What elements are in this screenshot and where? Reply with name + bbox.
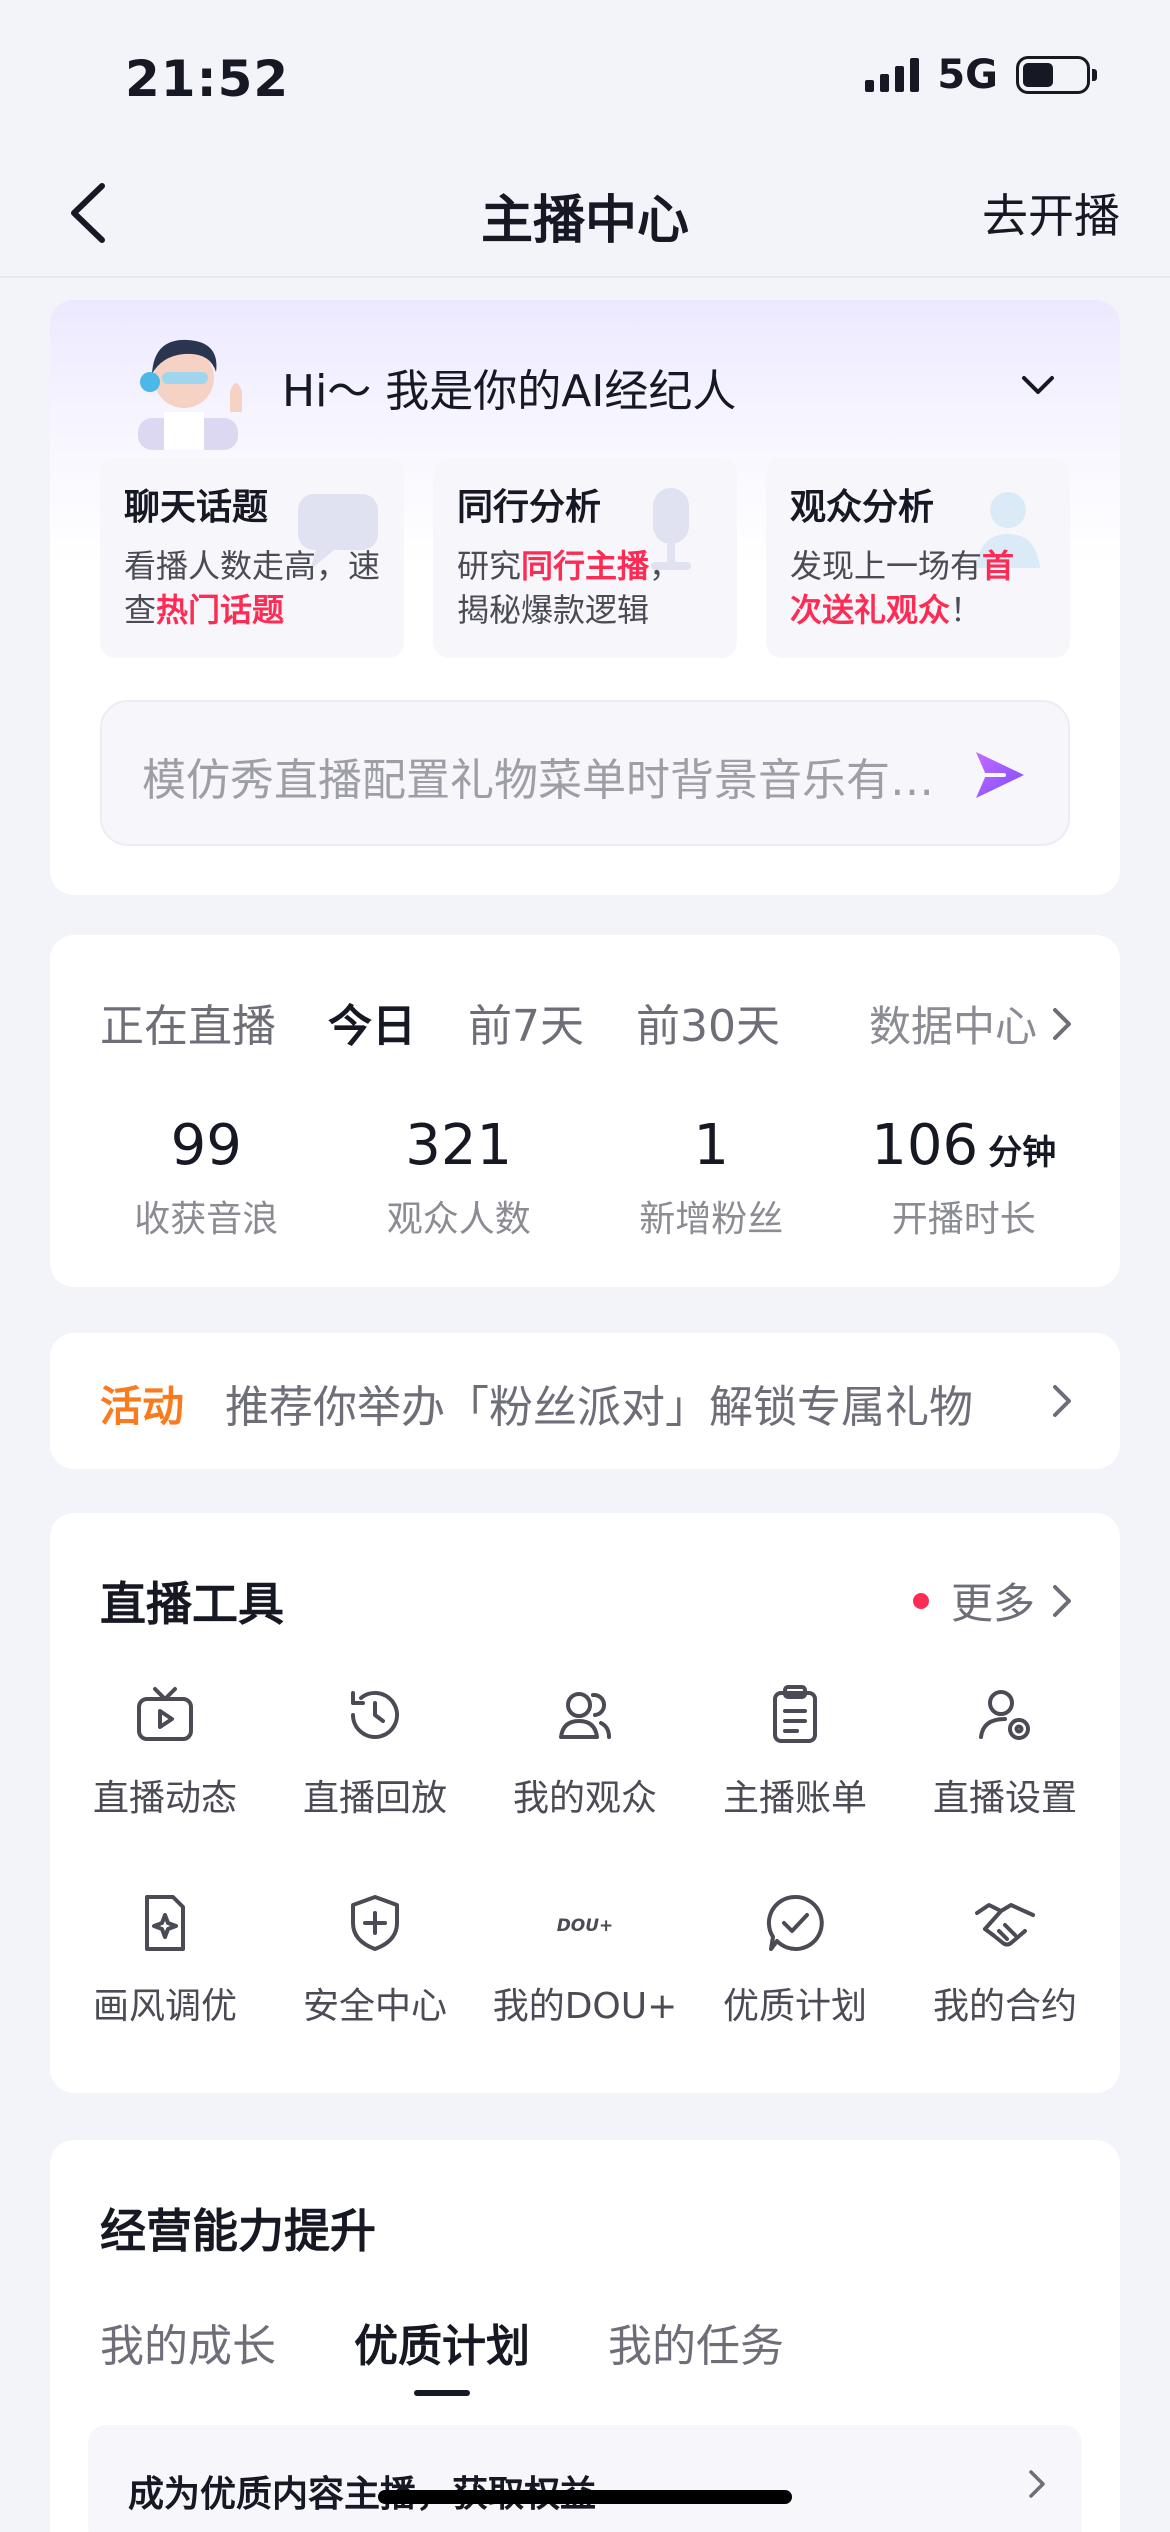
tool-security-center[interactable]: 安全中心 xyxy=(270,1891,480,2029)
tool-label: 我的观众 xyxy=(512,1778,657,1819)
ai-input-placeholder: 模仿秀直播配置礼物菜单时背景音乐有… xyxy=(142,755,934,806)
tool-contract[interactable]: 我的合约 xyxy=(900,1891,1110,2029)
ai-greeting: Hi～ 我是你的AI经纪人 xyxy=(282,366,737,417)
tool-label: 优质计划 xyxy=(722,1986,867,2027)
stat-label: 收获音浪 xyxy=(134,1199,279,1240)
status-indicators: 5G xyxy=(865,52,1097,98)
stat-value: 106 xyxy=(871,1113,979,1178)
ai-agent-avatar xyxy=(138,339,242,450)
tv-play-icon xyxy=(137,1687,193,1741)
notification-dot xyxy=(912,1592,929,1609)
stat-unit: 分钟 xyxy=(988,1133,1057,1173)
quality-plan-item[interactable]: 成为优质内容主播，获取权益 xyxy=(88,2425,1082,2532)
bill-icon xyxy=(773,1685,817,1743)
user-settings-icon xyxy=(979,1690,1030,1740)
topic-card-chat[interactable]: 聊天话题 看播人数走高，速查热门话题 xyxy=(100,458,404,658)
data-period-tabs: 正在直播 今日 前7天 前30天 xyxy=(100,990,780,1054)
live-tools-card: 直播工具 更多 直播动态 直播回放 我的观众 主播账单 直播设置 画风调优 安全… xyxy=(50,1513,1120,2093)
chevron-right-icon xyxy=(1053,1007,1071,1040)
send-icon[interactable] xyxy=(970,746,1028,804)
section-title: 直播工具 xyxy=(100,1577,284,1631)
svg-text:DOU+: DOU+ xyxy=(557,1916,614,1936)
users-icon xyxy=(559,1692,611,1739)
signal-icon xyxy=(865,58,920,92)
tool-label: 直播动态 xyxy=(92,1778,237,1819)
topic-card-audience[interactable]: 观众分析 发现上一场有首次送礼观众！ xyxy=(766,458,1070,658)
activity-tag: 活动 xyxy=(100,1382,185,1431)
stat-label: 新增粉丝 xyxy=(639,1199,784,1240)
handshake-icon xyxy=(975,1903,1035,1947)
nav-bar: 主播中心 去开播 xyxy=(0,150,1170,278)
tool-live-feed[interactable]: 直播动态 xyxy=(60,1683,270,1821)
topic-desc: 发现上一场有首次送礼观众！ xyxy=(790,547,1015,629)
tool-label: 安全中心 xyxy=(302,1986,447,2027)
home-indicator[interactable] xyxy=(378,2490,792,2504)
go-live-button[interactable]: 去开播 xyxy=(982,180,1120,246)
check-badge-icon xyxy=(766,1894,824,1951)
stat-value: 1 xyxy=(693,1113,730,1178)
tool-label: 直播设置 xyxy=(932,1778,1077,1819)
tool-audience[interactable]: 我的观众 xyxy=(480,1683,690,1821)
stat-label: 观众人数 xyxy=(386,1199,531,1240)
tab-30-days[interactable]: 前30天 xyxy=(636,990,780,1054)
network-type: 5G xyxy=(937,52,998,98)
image-sparkle-icon xyxy=(145,1895,185,1951)
tool-label: 我的DOU+ xyxy=(492,1986,678,2027)
status-time: 21:52 xyxy=(125,50,290,108)
ai-chat-input[interactable]: 模仿秀直播配置礼物菜单时背景音乐有… xyxy=(100,700,1070,846)
tab-my-tasks[interactable]: 我的任务 xyxy=(608,2310,784,2374)
tool-bill[interactable]: 主播账单 xyxy=(690,1683,900,1821)
stat-value: 99 xyxy=(170,1113,242,1178)
tool-style-tuning[interactable]: 画风调优 xyxy=(60,1891,270,2029)
chevron-down-icon[interactable] xyxy=(1018,370,1058,400)
tool-label: 直播回放 xyxy=(302,1778,447,1819)
tab-my-growth[interactable]: 我的成长 xyxy=(100,2310,276,2374)
activity-text: 推荐你举办「粉丝派对」解锁专属礼物 xyxy=(225,1382,973,1433)
tool-label: 画风调优 xyxy=(92,1986,237,2027)
stat-sound-waves[interactable]: 99 收获音浪 xyxy=(80,1113,333,1242)
topic-desc: 看播人数走高，速查热门话题 xyxy=(124,547,381,629)
ai-assistant-card: Hi～ 我是你的AI经纪人 聊天话题 看播人数走高，速查热门话题 同行分析 研究… xyxy=(50,300,1120,895)
tool-live-settings[interactable]: 直播设置 xyxy=(900,1683,1110,1821)
live-data-card: 正在直播 今日 前7天 前30天 数据中心 99 收获音浪 321 观众人数 1… xyxy=(50,935,1120,1287)
business-growth-card: 经营能力提升 我的成长 优质计划 我的任务 成为优质内容主播，获取权益 xyxy=(50,2140,1120,2532)
shield-plus-icon xyxy=(351,1895,399,1951)
tool-replay[interactable]: 直播回放 xyxy=(270,1683,480,1821)
stat-live-duration[interactable]: 106 分钟 开播时长 xyxy=(838,1113,1091,1242)
tab-live-now[interactable]: 正在直播 xyxy=(100,990,276,1054)
topic-title: 同行分析 xyxy=(457,487,602,528)
tool-dou-plus[interactable]: DOU+ 我的DOU+ xyxy=(480,1891,690,2029)
tab-7-days[interactable]: 前7天 xyxy=(468,990,584,1054)
tool-label: 主播账单 xyxy=(722,1778,867,1819)
more-label: 更多 xyxy=(950,1579,1035,1628)
topic-desc: 研究同行主播，揭秘爆款逻辑 xyxy=(457,547,682,629)
activity-banner[interactable]: 活动 推荐你举办「粉丝派对」解锁专属礼物 xyxy=(50,1333,1120,1469)
chevron-right-icon xyxy=(1053,1385,1071,1417)
history-clock-icon xyxy=(351,1690,399,1739)
chevron-right-icon xyxy=(1053,1584,1071,1617)
topic-card-peer[interactable]: 同行分析 研究同行主播，揭秘爆款逻辑 xyxy=(433,458,737,658)
tab-quality-plan[interactable]: 优质计划 xyxy=(354,2310,530,2396)
stat-viewers[interactable]: 321 观众人数 xyxy=(333,1113,586,1242)
tools-more-link[interactable]: 更多 xyxy=(912,1570,1075,1631)
dou-plus-icon: DOU+ xyxy=(557,1916,614,1936)
chevron-right-icon xyxy=(1029,2470,1045,2498)
data-center-label: 数据中心 xyxy=(868,1002,1037,1051)
stats-row: 99 收获音浪 321 观众人数 1 新增粉丝 106 分钟 开播时长 xyxy=(80,1113,1090,1242)
status-bar: 21:52 5G xyxy=(0,0,1170,150)
data-center-link[interactable]: 数据中心 xyxy=(869,993,1075,1054)
tool-quality-plan[interactable]: 优质计划 xyxy=(690,1891,900,2029)
section-title: 经营能力提升 xyxy=(100,2204,376,2258)
topic-title: 聊天话题 xyxy=(124,487,269,528)
stat-new-fans[interactable]: 1 新增粉丝 xyxy=(585,1113,838,1242)
topic-title: 观众分析 xyxy=(790,487,935,528)
battery-icon xyxy=(1016,56,1097,94)
tools-grid: 直播动态 直播回放 我的观众 主播账单 直播设置 画风调优 安全中心 DOU+ … xyxy=(50,1683,1120,2029)
growth-tabs: 我的成长 优质计划 我的任务 xyxy=(100,2310,784,2396)
tab-today[interactable]: 今日 xyxy=(328,990,416,1054)
stat-label: 开播时长 xyxy=(891,1199,1036,1240)
tool-label: 我的合约 xyxy=(932,1986,1077,2027)
stat-value: 321 xyxy=(405,1113,513,1178)
